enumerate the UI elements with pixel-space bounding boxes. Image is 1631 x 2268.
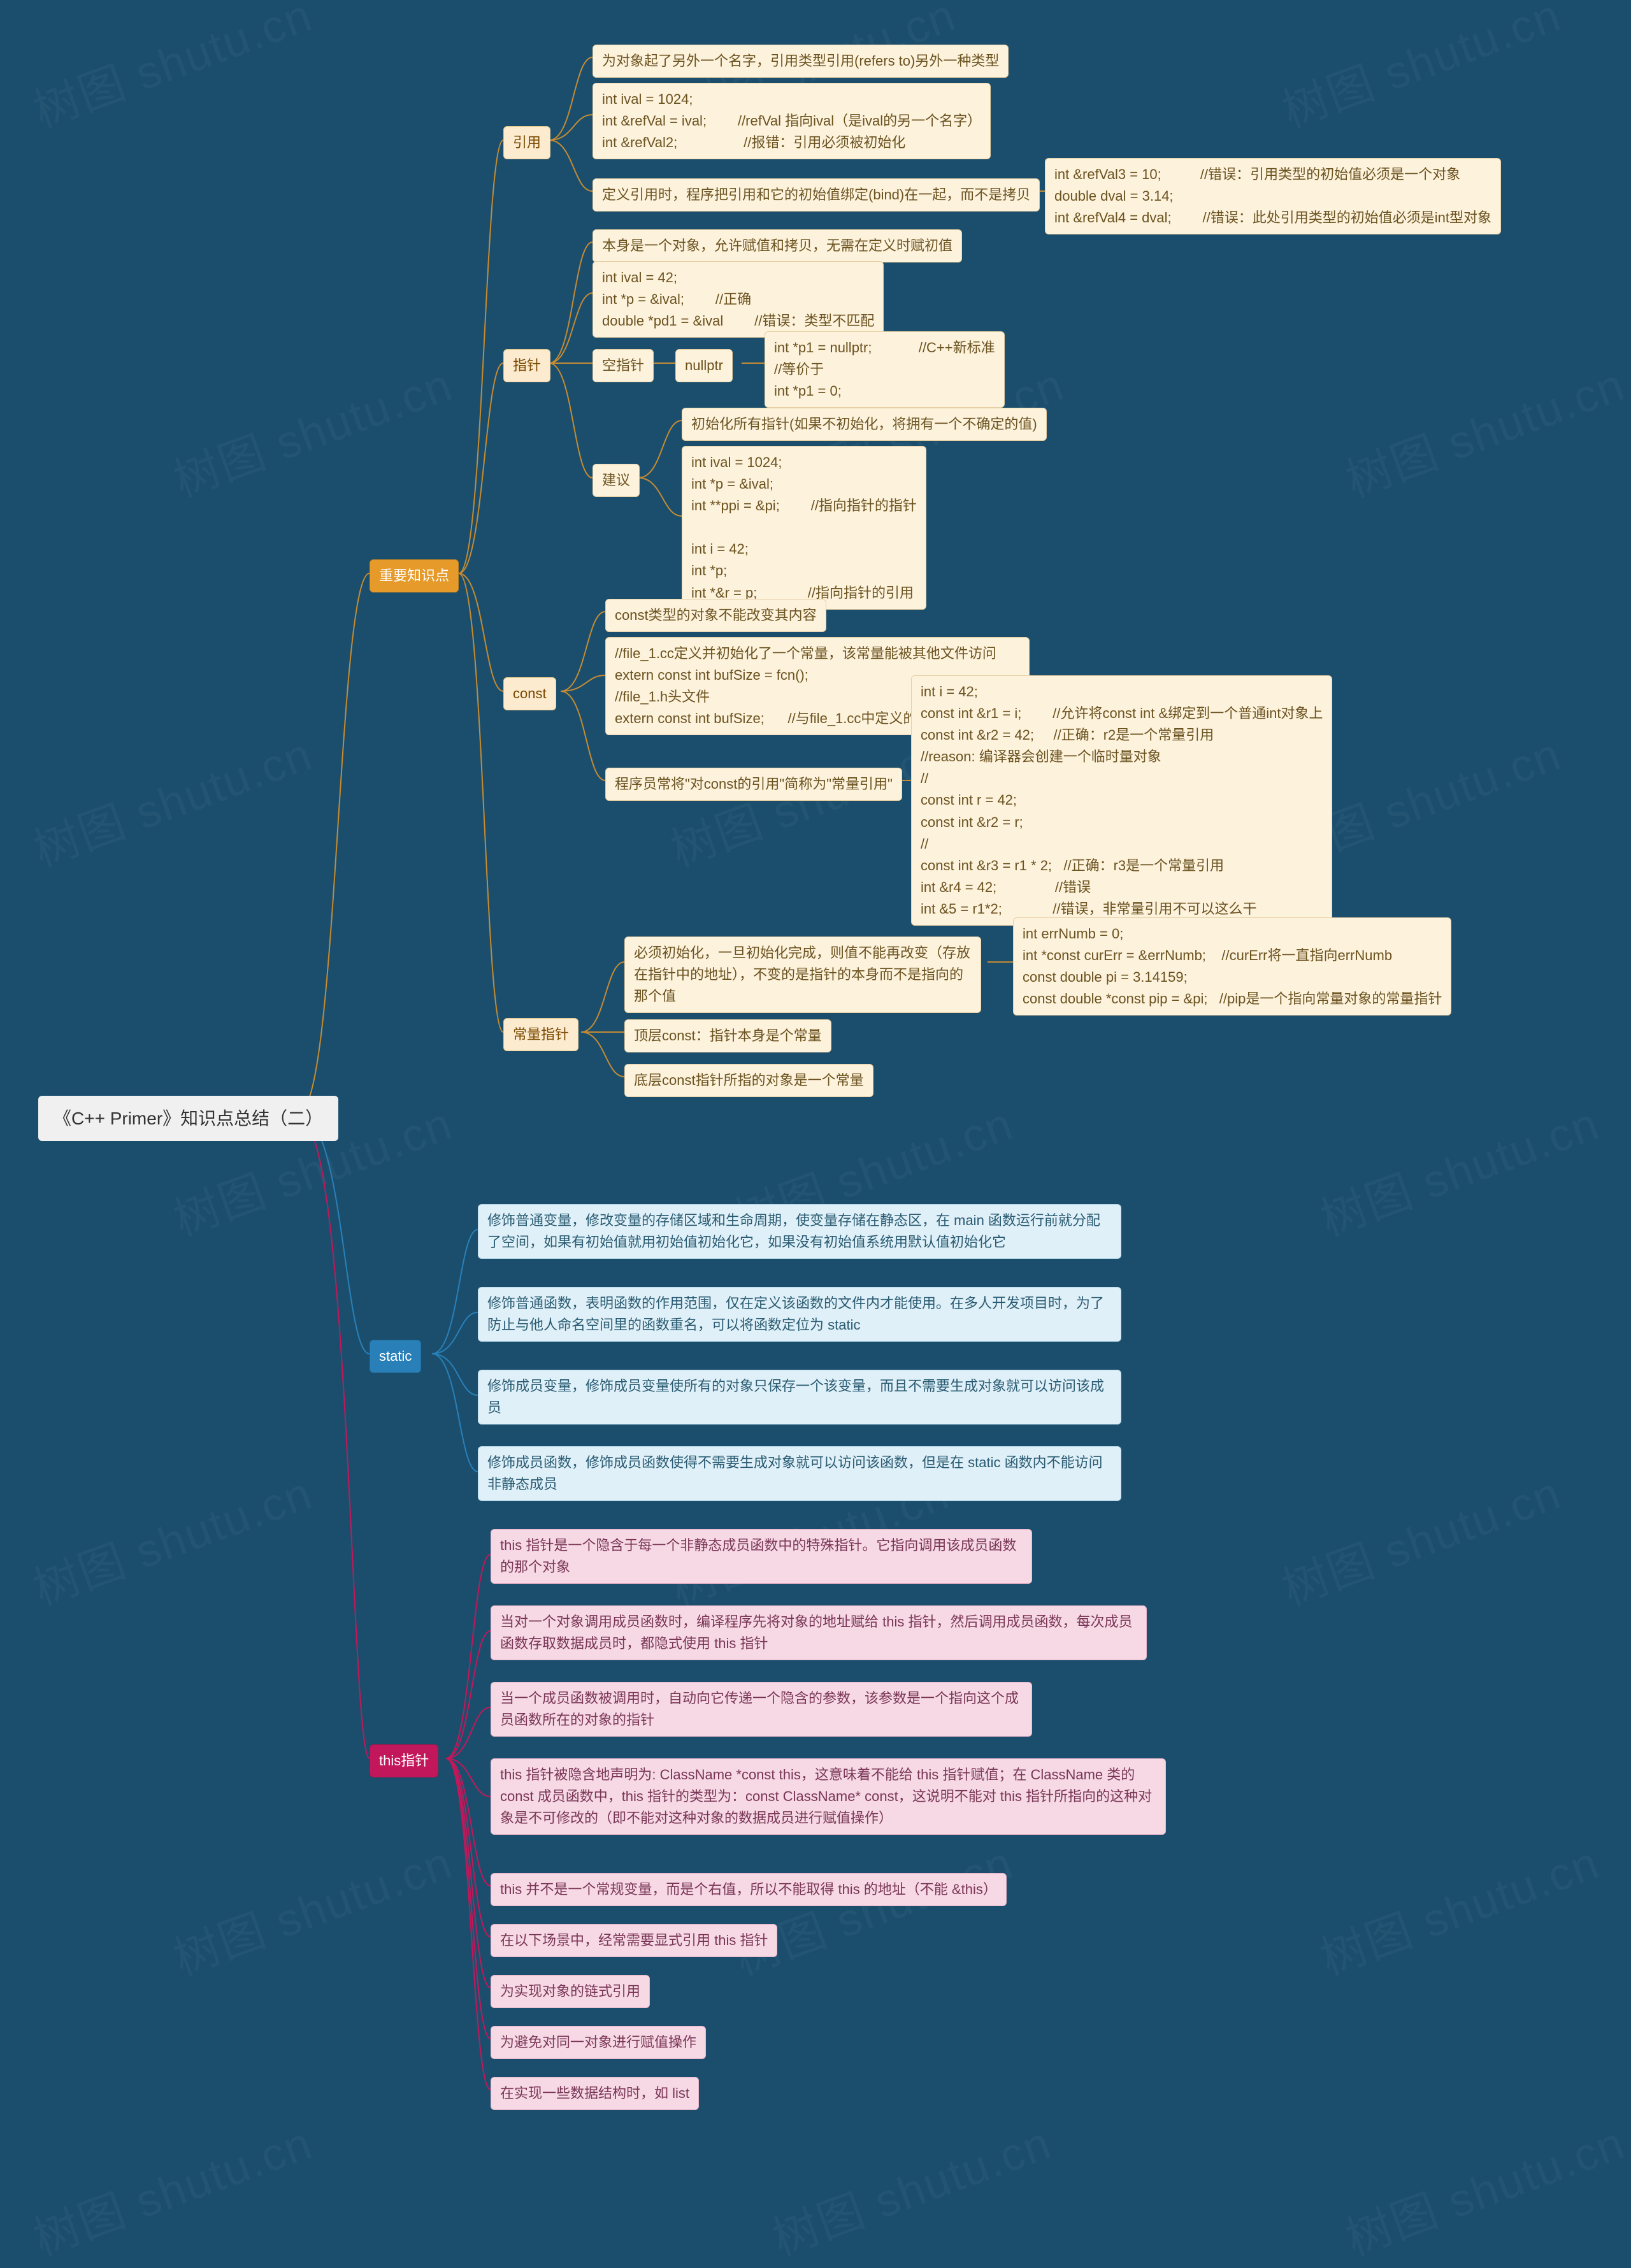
const-ref-code: int i = 42; const int &r1 = i; //允许将cons… [911, 675, 1332, 926]
watermark: 树图 shutu.cn [1335, 347, 1631, 510]
watermark: 树图 shutu.cn [724, 1825, 1021, 1988]
this-c: 当一个成员函数被调用时，自动向它传递一个隐含的参数，该参数是一个指向这个成员函数… [491, 1682, 1032, 1737]
watermark: 树图 shutu.cn [23, 2106, 320, 2268]
const-ref-alias: 程序员常将"对const的引用"简称为"常量引用" [605, 768, 902, 801]
this-g: 为实现对象的链式引用 [491, 1975, 650, 2008]
watermark: 树图 shutu.cn [1310, 1086, 1607, 1249]
cptr-a: 必须初始化，一旦初始化完成，则值不能再改变（存放在指针中的地址），不变的是指针的… [624, 937, 981, 1013]
static-d: 修饰成员函数，修饰成员函数使得不需要生成对象就可以访问该函数，但是在 stati… [478, 1446, 1121, 1501]
watermark: 树图 shutu.cn [23, 0, 320, 140]
ptr-null: 空指针 [593, 349, 654, 382]
branch-this[interactable]: this指针 [370, 1744, 438, 1777]
watermark: 树图 shutu.cn [762, 2106, 1059, 2268]
ref-err: int &refVal3 = 10; //错误：引用类型的初始值必须是一个对象 … [1045, 158, 1501, 234]
ptr-adv2: int ival = 1024; int *p = &ival; int **p… [682, 446, 926, 610]
sub-const[interactable]: const [503, 677, 556, 710]
watermark: 树图 shutu.cn [1335, 2106, 1631, 2268]
ref-bind: 定义引用时，程序把引用和它的初始值绑定(bind)在一起，而不是拷贝 [593, 178, 1040, 212]
sub-reference[interactable]: 引用 [503, 126, 550, 159]
sub-pointer[interactable]: 指针 [503, 349, 550, 382]
cptr-bot: 底层const指针所指的对象是一个常量 [624, 1064, 873, 1097]
cptr-top: 顶层const：指针本身是个常量 [624, 1019, 831, 1052]
static-a: 修饰普通变量，修改变量的存储区域和生命周期，使变量存储在静态区，在 main 函… [478, 1204, 1121, 1259]
ref-code1: int ival = 1024; int &refVal = ival; //r… [593, 83, 991, 159]
ptr-null-body: int *p1 = nullptr; //C++新标准 //等价于 int *p… [765, 331, 1005, 408]
root-node[interactable]: 《C++ Primer》知识点总结（二） [38, 1096, 338, 1141]
branch-key-points[interactable]: 重要知识点 [370, 559, 459, 592]
this-h: 为避免对同一对象进行赋值操作 [491, 2026, 706, 2059]
this-b: 当对一个对象调用成员函数时，编译程序先将对象的地址赋给 this 指针，然后调用… [491, 1605, 1147, 1660]
ptr-adv1: 初始化所有指针(如果不初始化，将拥有一个不确定的值) [682, 408, 1047, 441]
watermark: 树图 shutu.cn [1272, 1456, 1569, 1618]
watermark: 树图 shutu.cn [1272, 0, 1569, 140]
branch-static[interactable]: static [370, 1340, 421, 1373]
ref-desc: 为对象起了另外一个名字，引用类型引用(refers to)另外一种类型 [593, 45, 1009, 78]
watermark: 树图 shutu.cn [1310, 1825, 1607, 1988]
static-c: 修饰成员变量，修饰成员变量使所有的对象只保存一个该变量，而且不需要生成对象就可以… [478, 1370, 1121, 1425]
cptr-a2: int errNumb = 0; int *const curErr = &er… [1013, 917, 1451, 1016]
ptr-advice: 建议 [593, 464, 640, 497]
ptr-code1: int ival = 42; int *p = &ival; //正确 doub… [593, 261, 884, 338]
this-a: this 指针是一个隐含于每一个非静态成员函数中的特殊指针。它指向调用该成员函数… [491, 1529, 1032, 1584]
this-e: this 并不是一个常规变量，而是个右值，所以不能取得 this 的地址（不能 … [491, 1873, 1007, 1906]
this-d: this 指针被隐含地声明为: ClassName *const this，这意… [491, 1758, 1166, 1835]
watermark: 树图 shutu.cn [23, 717, 320, 879]
watermark: 树图 shutu.cn [23, 1456, 320, 1618]
ptr-desc: 本身是一个对象，允许赋值和拷贝，无需在定义时赋初值 [593, 229, 962, 262]
sub-const-ptr[interactable]: 常量指针 [503, 1018, 578, 1051]
watermark: 树图 shutu.cn [163, 347, 460, 510]
static-b: 修饰普通函数，表明函数的作用范围，仅在定义该函数的文件内才能使用。在多人开发项目… [478, 1287, 1121, 1342]
watermark: 树图 shutu.cn [163, 1825, 460, 1988]
this-i: 在实现一些数据结构时，如 list [491, 2077, 699, 2110]
this-f: 在以下场景中，经常需要显式引用 this 指针 [491, 1924, 777, 1957]
ptr-nullptr: nullptr [675, 349, 733, 382]
const-desc: const类型的对象不能改变其内容 [605, 599, 826, 632]
